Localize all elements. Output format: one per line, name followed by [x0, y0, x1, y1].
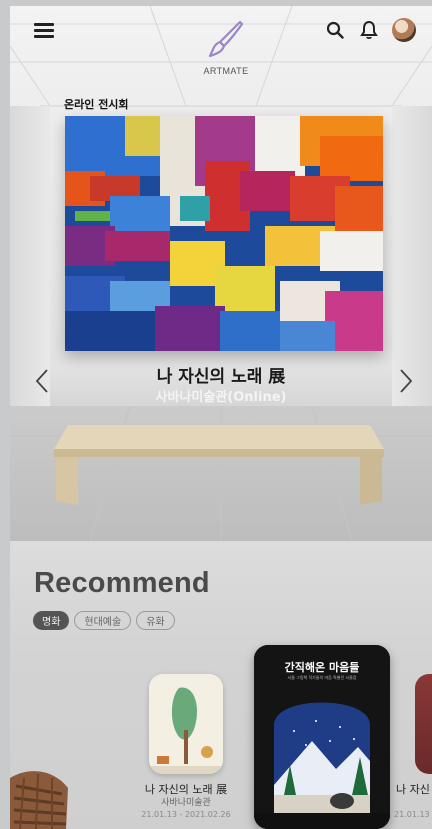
- app-logo[interactable]: ARTMATE: [196, 18, 256, 82]
- top-bar: ARTMATE: [10, 6, 432, 86]
- search-icon: [326, 21, 344, 39]
- bell-icon: [360, 20, 378, 40]
- avatar[interactable]: [392, 18, 416, 42]
- left-wall: [10, 106, 50, 406]
- poster-title: 간직해온 마음들: [284, 661, 360, 674]
- abstract-painting: [65, 116, 383, 351]
- card-dates-partial: 21.01.13: [394, 810, 430, 819]
- search-button[interactable]: [324, 19, 346, 41]
- next-card-peek[interactable]: [415, 674, 432, 774]
- exhibition-venue: 사바나미술관(Online): [155, 390, 287, 405]
- gallery-bench: [54, 425, 384, 505]
- exhibition-title[interactable]: 나 자신의 노래 展: [10, 362, 432, 387]
- card-venue: 사바나미술관: [161, 798, 211, 808]
- header-actions: [324, 18, 416, 42]
- right-wall: [392, 106, 432, 406]
- notification-button[interactable]: [358, 19, 380, 41]
- category-chips: 명화 현대예술 유화: [33, 611, 175, 630]
- section-label: 온라인 전시회: [64, 98, 129, 111]
- chip-modern-art[interactable]: 현대예술: [74, 611, 132, 630]
- menu-icon: [34, 23, 54, 26]
- card-title-partial[interactable]: 나 자신: [396, 781, 430, 797]
- recommend-section: Recommend 명화 현대예술 유화 간직해온 마음들 서울 그림책 작가들…: [10, 541, 432, 829]
- poster-subtitle: 서울 그림책 작가들의 마음 특별전 서울점: [287, 675, 357, 680]
- app-frame: ARTMATE 온라인 전시회 나 자신의 노래 展 사바나미술관(Online…: [0, 0, 432, 829]
- menu-button[interactable]: [32, 20, 58, 44]
- featured-poster-card[interactable]: 간직해온 마음들 서울 그림책 작가들의 마음 특별전 서울점: [254, 645, 390, 829]
- brush-logo-icon: [208, 20, 244, 58]
- card-poster-tree: [149, 674, 223, 774]
- logo-text: ARTMATE: [203, 66, 249, 76]
- featured-artwork[interactable]: [65, 116, 383, 351]
- wicker-chair-decoration: [10, 771, 68, 829]
- recommend-title: Recommend: [34, 567, 210, 599]
- exhibition-card[interactable]: [149, 674, 223, 774]
- card-dates: 21.01.13 - 2021.02.26: [141, 810, 231, 819]
- chip-oil-painting[interactable]: 유화: [136, 611, 175, 630]
- gallery-hero: ARTMATE 온라인 전시회 나 자신의 노래 展 사바나미술관(Online…: [10, 6, 432, 541]
- chip-masterpiece[interactable]: 명화: [33, 611, 70, 630]
